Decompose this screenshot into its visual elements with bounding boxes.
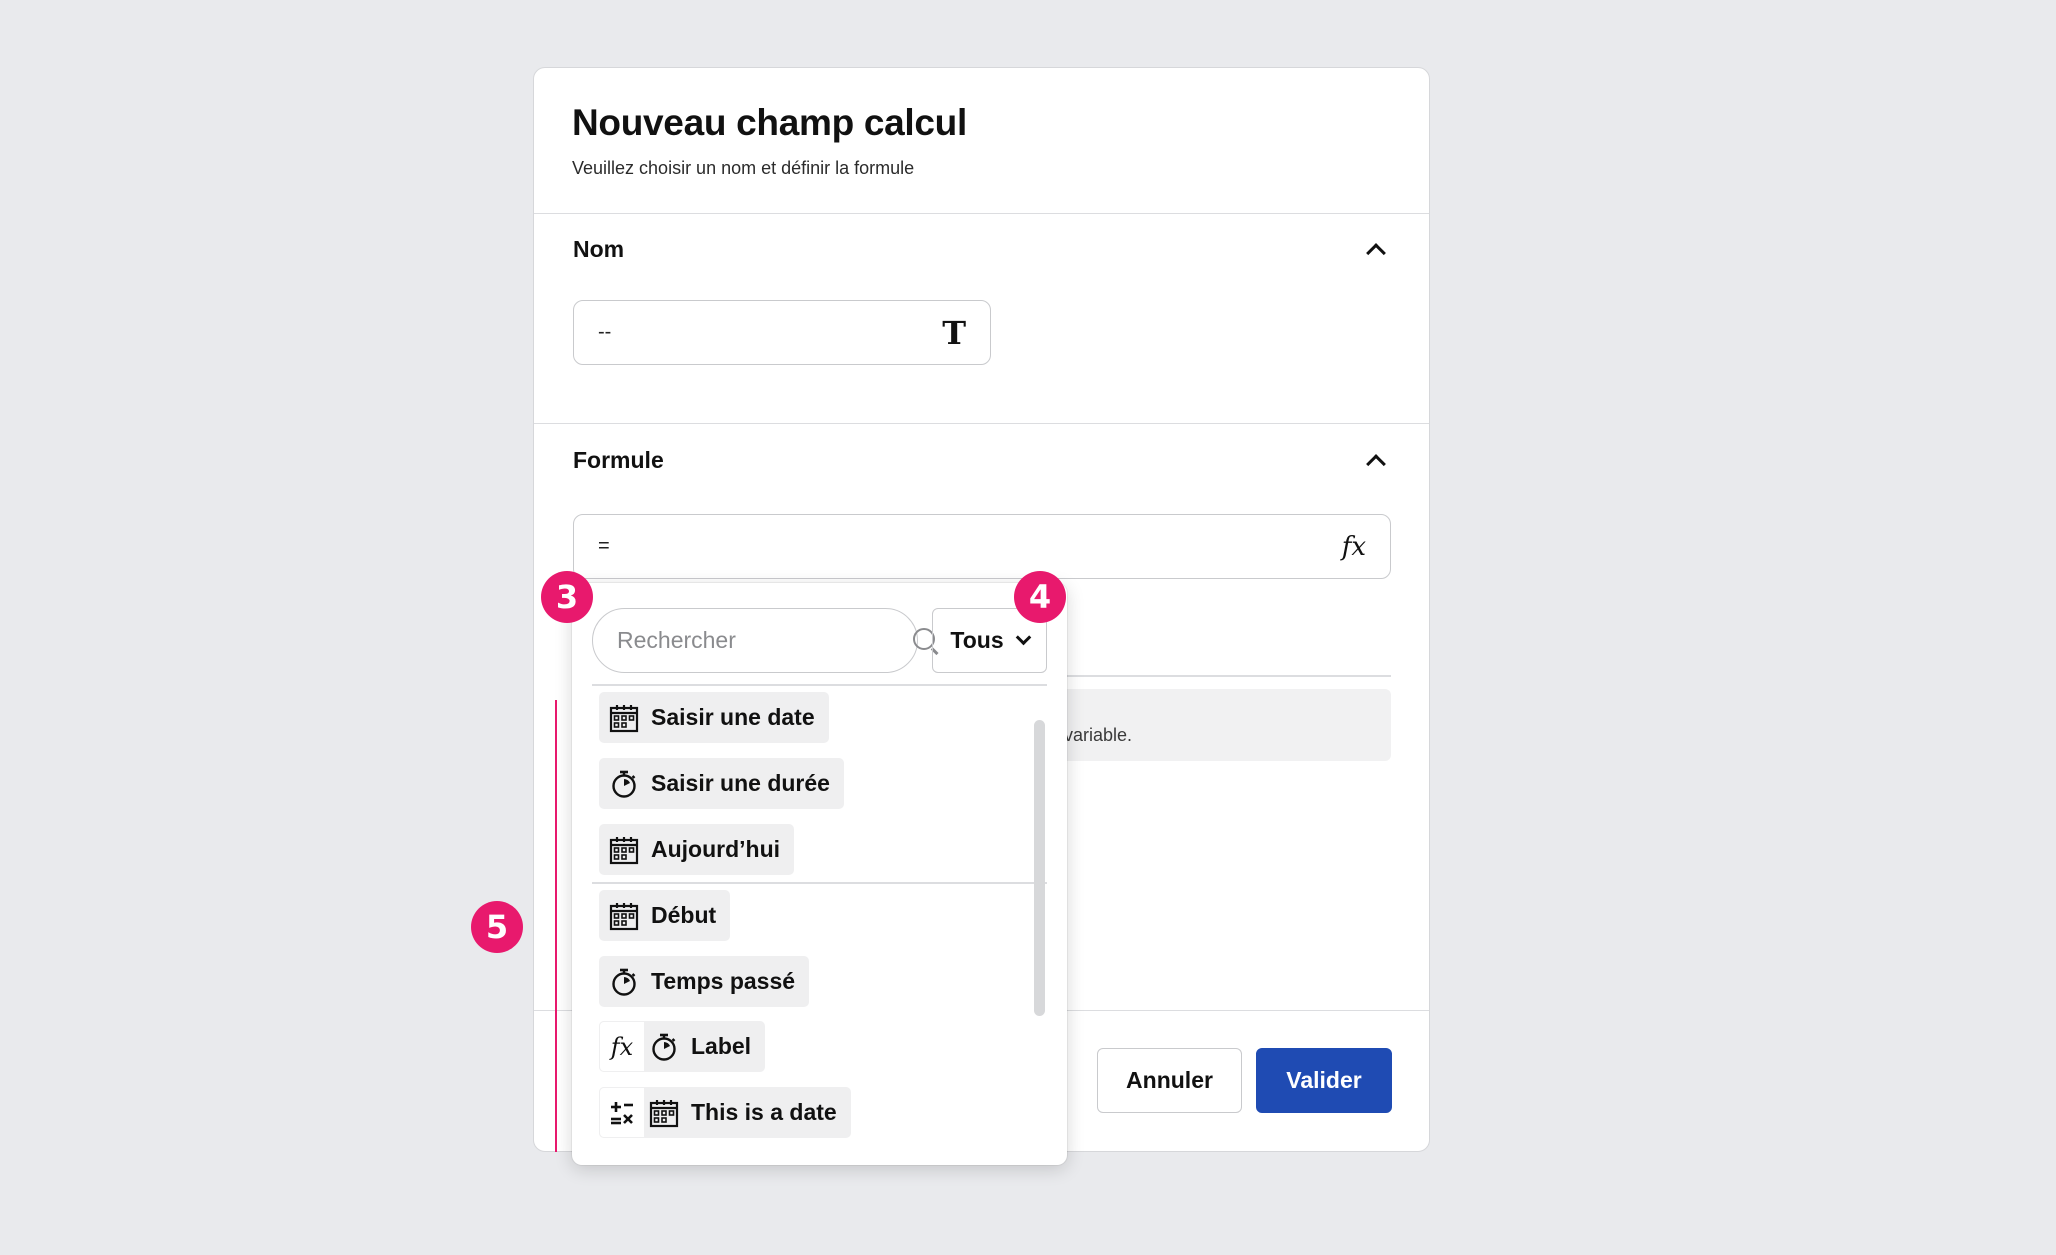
calendar-icon [645, 1087, 683, 1138]
name-section-label: Nom [573, 235, 625, 262]
calendar-icon [605, 824, 643, 875]
search-field[interactable] [592, 608, 939, 673]
annotation-marker-3: 3 [541, 571, 593, 623]
formula-input[interactable]: = fx [573, 514, 1391, 579]
dialog-header: Nouveau champ calcul Veuillez choisir un… [534, 68, 1429, 214]
annotation-marker-4: 4 [1014, 571, 1066, 623]
list-item-this-is-a-date[interactable]: This is a date [599, 1087, 851, 1138]
name-section: Nom -- T [534, 214, 1429, 424]
text-type-icon: T [942, 313, 966, 352]
dialog-title: Nouveau champ calcul [572, 102, 967, 143]
stopwatch-icon [605, 956, 643, 1007]
list-item-aujourdhui[interactable]: Aujourd’hui [599, 824, 795, 875]
chevron-down-icon [1015, 629, 1031, 646]
dialog-subtitle: Veuillez choisir un nom et définir la fo… [572, 158, 915, 178]
dropdown-divider [592, 882, 1047, 884]
calendar-icon [605, 692, 643, 743]
variable-picker-dropdown: Tous Saisir une date Saisir une durée Au… [572, 583, 1067, 1165]
list-item-temps-passe[interactable]: Temps passé [599, 956, 810, 1007]
operations-icon [599, 1087, 645, 1138]
stopwatch-icon [605, 758, 643, 809]
list-item-saisir-duree[interactable]: Saisir une durée [599, 758, 844, 809]
type-filter-value: Tous [950, 627, 1004, 653]
name-input[interactable]: -- T [573, 300, 991, 365]
annotation-guide-line [555, 700, 557, 1152]
chevron-up-icon[interactable] [1366, 454, 1386, 474]
formula-input-value[interactable]: = [598, 535, 1342, 558]
annotation-marker-5: 5 [471, 901, 523, 953]
validate-button[interactable]: Valider [1256, 1048, 1392, 1113]
formula-section-label: Formule [573, 446, 664, 473]
list-item-label[interactable]: fx Label [599, 1021, 766, 1072]
chevron-up-icon[interactable] [1366, 243, 1386, 263]
list-item-debut[interactable]: Début [599, 890, 731, 941]
dropdown-divider [592, 684, 1047, 686]
fx-icon: fx [1341, 531, 1366, 562]
dialog-footer: Annuler Valider [1097, 1048, 1392, 1113]
name-input-value[interactable]: -- [598, 321, 942, 344]
cancel-button[interactable]: Annuler [1097, 1048, 1242, 1113]
list-item-saisir-date[interactable]: Saisir une date [599, 692, 829, 743]
search-input[interactable] [617, 627, 913, 654]
calendar-icon [605, 890, 643, 941]
fx-icon: fx [599, 1021, 645, 1072]
stopwatch-icon [645, 1021, 683, 1072]
name-section-header[interactable]: Nom [573, 234, 1387, 264]
formula-section-header[interactable]: Formule [573, 445, 1387, 475]
dropdown-scrollbar[interactable] [1034, 720, 1045, 1016]
